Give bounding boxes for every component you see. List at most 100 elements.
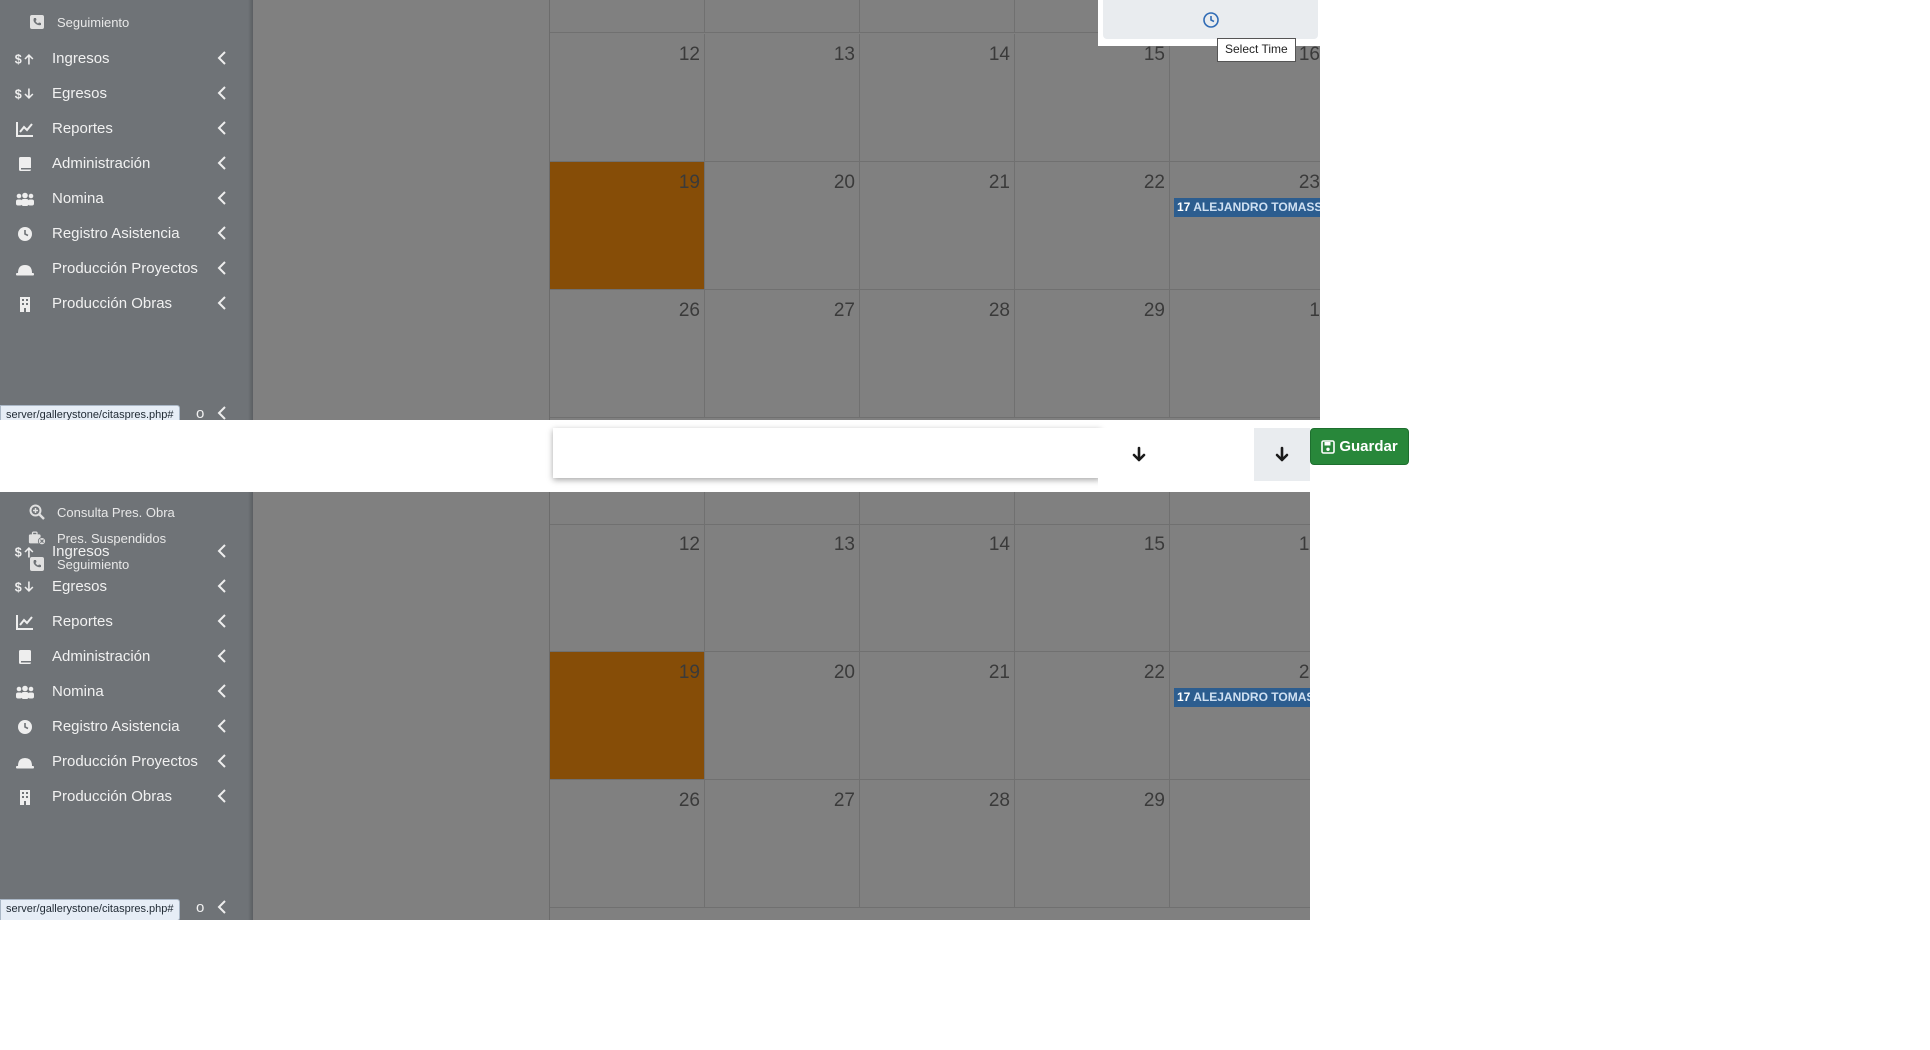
sidebar-item-egresos[interactable]: $ Egresos: [0, 74, 253, 114]
calendar-day-number: 29: [1143, 790, 1165, 811]
calendar-day-number: 27: [833, 300, 855, 321]
calendar-day-cell[interactable]: 29: [1015, 290, 1170, 418]
calendar-day-number: 14: [988, 44, 1010, 65]
calendar-day-cell[interactable]: 23 17 ALEJANDRO TOMASSI: [1170, 162, 1320, 290]
sidebar-item-label: Administración: [52, 155, 151, 172]
top-region: Seguimiento $ Ingresos $ Egresos Reportes Adm…: [0, 0, 1320, 420]
calendar-day-cell[interactable]: [860, 0, 1015, 33]
calendar-day-cell[interactable]: 13: [705, 524, 860, 652]
calendar-event[interactable]: 17 ALEJANDRO TOMASSI: [1174, 688, 1310, 707]
calendar-day-cell[interactable]: 28: [860, 290, 1015, 418]
calendar-day-cell[interactable]: 15: [1015, 34, 1170, 162]
calendar-day-cell[interactable]: [550, 492, 705, 525]
select-time-tooltip: Select Time: [1217, 38, 1296, 62]
calendar-day-cell[interactable]: 23 17 ALEJANDRO TOMASSI: [1170, 652, 1310, 780]
calendar-day-number: 16: [1298, 44, 1320, 65]
calendar-day-cell[interactable]: [705, 492, 860, 525]
sidebar-subitem-seguimiento[interactable]: Seguimiento: [0, 7, 253, 37]
calendar-day-cell[interactable]: 29: [1015, 780, 1170, 908]
calendar-day-cell[interactable]: 12: [550, 524, 705, 652]
decrement-hour-button[interactable]: [1111, 428, 1167, 481]
calendar-day-cell[interactable]: [550, 0, 705, 33]
sidebar-item-producción-obras[interactable]: Producción Obras: [0, 777, 253, 817]
calendar-day-cell[interactable]: 27: [705, 290, 860, 418]
svg-text:$: $: [15, 53, 22, 67]
calendar-day-cell[interactable]: 27: [705, 780, 860, 908]
calendar-today-cell[interactable]: 19: [550, 162, 705, 290]
calendar-day-cell[interactable]: 22: [1015, 652, 1170, 780]
calendar-day-number: 19: [678, 662, 700, 683]
datetime-input[interactable]: [553, 428, 1101, 478]
calendar-day-number: 14: [988, 534, 1010, 555]
calendar-day-cell[interactable]: 21: [860, 162, 1015, 290]
bottom-region: Consulta Pres. Obra Pres. Suspendidos Segu…: [0, 492, 1310, 920]
calendar-day-number: 28: [988, 300, 1010, 321]
decrement-minute-button[interactable]: [1254, 428, 1310, 481]
phone-square-icon: [28, 13, 46, 31]
sidebar-item-producción-proyectos[interactable]: Producción Proyectos: [0, 742, 253, 782]
sidebar-item-producción-obras[interactable]: Producción Obras: [0, 284, 253, 324]
calendar-day-cell[interactable]: 1: [1170, 290, 1320, 418]
calendar-day-cell[interactable]: 26: [550, 290, 705, 418]
calendar-month-grid: 12 13 14 15 16 19 20 21 22 23 17 ALEJANDRO TOMASSI…: [549, 492, 1310, 920]
sidebar-item-registro-asistencia[interactable]: Registro Asistencia: [0, 707, 253, 747]
calendar-day-number: 20: [833, 172, 855, 193]
sidebar-item-egresos[interactable]: $ Egresos: [0, 567, 253, 607]
chevron-left-icon: [217, 649, 226, 663]
building-icon: [14, 294, 36, 314]
arrow-down-icon: [1275, 446, 1289, 461]
event-title: ALEJANDRO TOMASSI: [1193, 690, 1310, 704]
calendar-day-cell[interactable]: 14: [860, 524, 1015, 652]
sidebar: Seguimiento $ Ingresos $ Egresos Reportes Adm…: [0, 0, 253, 420]
sidebar-item-reportes[interactable]: Reportes: [0, 602, 253, 642]
calendar-day-cell[interactable]: 22: [1015, 162, 1170, 290]
calendar-day-cell[interactable]: [705, 0, 860, 33]
sidebar-subitem-label: Consulta Pres. Obra: [57, 505, 175, 520]
calendar-day-cell[interactable]: 26: [550, 780, 705, 908]
users-icon: [14, 682, 36, 702]
select-time-button[interactable]: [1103, 0, 1318, 39]
calendar-day-cell[interactable]: [1015, 492, 1170, 525]
sidebar-item-nomina[interactable]: Nomina: [0, 672, 253, 712]
chevron-left-icon: [217, 544, 226, 558]
sidebar-item-administración[interactable]: Administración: [0, 637, 253, 677]
calendar-day-cell[interactable]: [1170, 492, 1310, 525]
calendar-today-cell[interactable]: 19: [550, 652, 705, 780]
calendar-day-cell[interactable]: 20: [705, 162, 860, 290]
calendar-day-cell[interactable]: 12: [550, 34, 705, 162]
calendar-day-cell[interactable]: 15: [1015, 524, 1170, 652]
book-icon: [14, 647, 36, 667]
sidebar-item-administración[interactable]: Administración: [0, 144, 253, 184]
building-icon: [14, 787, 36, 807]
sidebar-item-ingresos[interactable]: $ Ingresos: [0, 39, 253, 79]
chevron-left-icon: [217, 296, 226, 310]
svg-text:$: $: [15, 581, 22, 595]
calendar-day-number: 21: [988, 662, 1010, 683]
clock-icon: [1202, 11, 1219, 28]
chevron-left-icon: [217, 579, 226, 593]
calendar-day-cell[interactable]: 14: [860, 34, 1015, 162]
search-plus-icon: [28, 503, 46, 521]
sidebar-item-nomina[interactable]: Nomina: [0, 179, 253, 219]
calendar-day-cell[interactable]: 21: [860, 652, 1015, 780]
sidebar-item-label: Ingresos: [52, 543, 110, 560]
calendar-day-cell[interactable]: 13: [705, 34, 860, 162]
calendar-day-number: 23: [1298, 662, 1310, 683]
chevron-left-icon: [217, 684, 226, 698]
save-button[interactable]: Guardar: [1310, 428, 1409, 465]
sidebar-item-ingresos[interactable]: $ Ingresos: [0, 532, 253, 572]
calendar-day-cell[interactable]: 16: [1170, 524, 1310, 652]
sidebar-item-label: Producción Obras: [52, 788, 173, 805]
calendar-day-number: 28: [988, 790, 1010, 811]
sidebar-item-label: Nomina: [52, 683, 104, 700]
calendar-day-cell[interactable]: 20: [705, 652, 860, 780]
sidebar-item-reportes[interactable]: Reportes: [0, 109, 253, 149]
calendar-day-cell[interactable]: [860, 492, 1015, 525]
calendar-day-cell[interactable]: 28: [860, 780, 1015, 908]
sidebar-item-registro-asistencia[interactable]: Registro Asistencia: [0, 214, 253, 254]
calendar-day-cell[interactable]: [1170, 780, 1310, 908]
sidebar-item-label: Reportes: [52, 120, 113, 137]
line-chart-icon: [14, 119, 36, 139]
sidebar-item-producción-proyectos[interactable]: Producción Proyectos: [0, 249, 253, 289]
calendar-event[interactable]: 17 ALEJANDRO TOMASSI: [1174, 198, 1320, 217]
